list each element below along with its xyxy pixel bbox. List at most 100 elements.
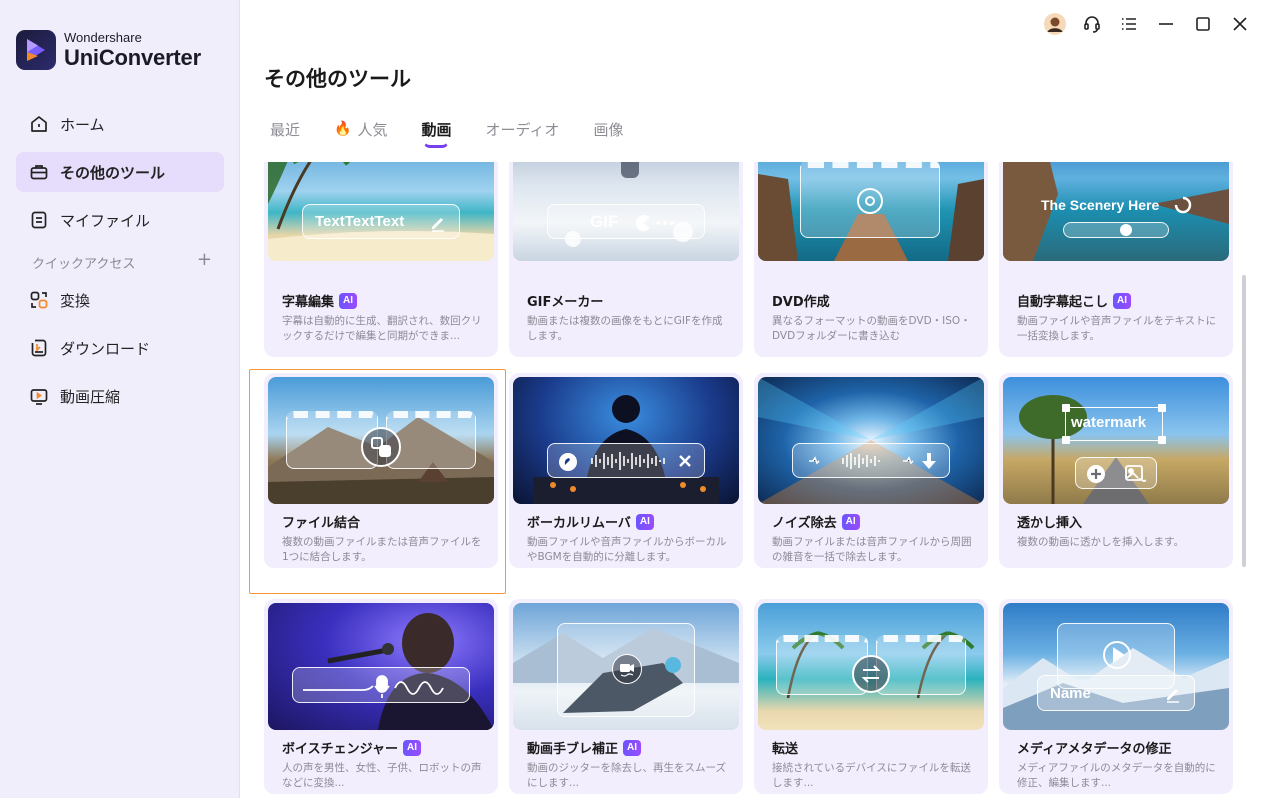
stabilizer-frame — [557, 623, 695, 717]
file-icon — [28, 209, 50, 231]
pencil-icon — [1167, 689, 1179, 703]
watermark-box: watermark — [1062, 404, 1166, 444]
nav-label: その他のツール — [60, 163, 166, 182]
gif-label: GIF — [590, 212, 619, 231]
brand-small: Wondershare — [64, 30, 142, 45]
tab-label: 最近 — [270, 120, 301, 139]
card-title-text: メディアメタデータの修正 — [1017, 742, 1172, 757]
card-title-text: 自動字幕起こし — [1017, 295, 1109, 310]
clip-frame-right — [876, 635, 966, 695]
nav-item-home[interactable]: ホーム — [16, 104, 224, 144]
add-quick-access-button[interactable]: + — [197, 251, 212, 272]
file-merger-thumbnail — [268, 377, 494, 504]
watermark-thumbnail: watermark — [1003, 377, 1229, 504]
tool-card-file-merger[interactable]: ファイル結合 複数の動画ファイルまたは音声ファイルを1つに結合します。 — [264, 373, 498, 568]
card-title: GIFメーカー — [527, 291, 603, 310]
tool-card-watermark[interactable]: watermark 透かし挿入 複数の動画に透かしを挿入します。 — [999, 373, 1233, 568]
compress-icon — [28, 385, 50, 407]
tab-label: 動画 — [421, 120, 452, 139]
card-description: メディアファイルのメタデータを自動的に修正、編集します... — [1017, 762, 1216, 789]
convert-icon — [28, 289, 50, 311]
watermark-actions — [1075, 457, 1157, 489]
card-title: メディアメタデータの修正 — [1017, 738, 1171, 757]
tool-card-transfer[interactable]: 転送 接続されているデバイスにファイルを転送します... — [754, 599, 988, 794]
tab-recent[interactable]: 最近 — [270, 116, 300, 142]
menu-button[interactable] — [1110, 10, 1147, 38]
tool-card-gif-maker[interactable]: GIF GIFメーカー 動画または複数の画像をもとにGIFを作成します。 — [509, 162, 743, 357]
maximize-button[interactable] — [1184, 10, 1221, 38]
nav-label: ホーム — [60, 115, 105, 134]
watermark-text: watermark — [1071, 414, 1147, 431]
nav-item-download[interactable]: ダウンロード — [16, 328, 224, 368]
subtitle-sample-text: TextTextText — [315, 213, 405, 230]
minimize-icon — [1158, 23, 1173, 25]
card-title-text: 転送 — [772, 742, 799, 757]
auto-subtitle-thumbnail: The Scenery Here — [1003, 162, 1229, 261]
pencil-icon — [432, 218, 444, 232]
menu-icon — [1121, 18, 1136, 30]
ai-badge: AI — [841, 513, 860, 530]
nav-item-convert[interactable]: 変換 — [16, 280, 224, 320]
tool-card-dvd-creator[interactable]: DVD作成 異なるフォーマットの動画をDVD・ISO・DVDフォルダーに書き込む — [754, 162, 988, 357]
progress-slider — [1063, 222, 1169, 238]
headset-icon — [1083, 16, 1100, 33]
card-title: ボーカルリムーバ AI — [527, 512, 654, 531]
vocal-remover-thumbnail — [513, 377, 739, 504]
close-button[interactable] — [1221, 10, 1258, 38]
card-description: 動画ファイルまたは音声ファイルから周囲の雑音を一括で除去します。 — [772, 536, 972, 563]
ai-badge: AI — [635, 513, 654, 530]
slider-knob — [1120, 224, 1132, 236]
tab-image[interactable]: 画像 — [593, 116, 623, 142]
card-description: 動画ファイルや音声ファイルをテキストに一括変換します。 — [1017, 315, 1217, 342]
tab-label: 画像 — [593, 120, 624, 139]
nav-item-my-files[interactable]: マイファイル — [16, 200, 224, 240]
transfer-thumbnail — [758, 603, 984, 730]
card-title: 動画手ブレ補正 AI — [527, 738, 642, 757]
card-description: 動画ファイルや音声ファイルからボーカルやBGMを自動的に分離します。 — [527, 536, 727, 563]
scrollbar-thumb[interactable] — [1242, 275, 1246, 567]
loading-spinner-icon — [1174, 196, 1192, 214]
image-icon — [1125, 465, 1146, 482]
metadata-name-field: Name — [1037, 675, 1195, 711]
card-title-text: 字幕編集 — [282, 295, 335, 310]
support-button[interactable] — [1073, 10, 1110, 38]
nav-item-compress[interactable]: 動画圧縮 — [16, 376, 224, 416]
tool-card-metadata[interactable]: Name メディアメタデータの修正 メディアファイルのメタデータを自動的に修正、… — [999, 599, 1233, 794]
waveform-overlay — [547, 443, 705, 478]
card-description: 接続されているデバイスにファイルを転送します... — [772, 762, 971, 789]
tool-card-voice-changer[interactable]: ボイスチェンジャー AI 人の声を男性、女性、子供、ロボットの声などに変換... — [264, 599, 498, 794]
card-title: 転送 — [772, 738, 798, 757]
account-button[interactable] — [1036, 10, 1073, 38]
tab-audio[interactable]: オーディオ — [485, 116, 559, 142]
tool-card-stabilizer[interactable]: 動画手ブレ補正 AI 動画のジッターを除去し、再生をスムーズにします... — [509, 599, 743, 794]
disc-icon — [857, 188, 883, 214]
tool-card-auto-subtitle[interactable]: The Scenery Here 自動字幕起こし AI 動画ファイルや音声ファイル… — [999, 162, 1233, 357]
noise-remover-thumbnail — [758, 377, 984, 504]
remove-icon — [679, 455, 691, 467]
card-title-text: ボイスチェンジャー — [282, 742, 398, 757]
tool-card-noise-remover[interactable]: ノイズ除去 AI 動画ファイルまたは音声ファイルから周囲の雑音を一括で除去します。 — [754, 373, 988, 568]
nav-item-more-tools[interactable]: その他のツール — [16, 152, 224, 192]
card-description: 動画のジッターを除去し、再生をスムーズにします... — [527, 762, 726, 789]
ai-badge: AI — [339, 292, 358, 309]
stabilizer-thumbnail — [513, 603, 739, 730]
card-description: 字幕は自動的に生成、翻訳され、数回クリックするだけで編集と同期ができま... — [282, 315, 482, 342]
arrow-down-icon — [922, 453, 936, 469]
nav-label: ダウンロード — [60, 339, 151, 358]
fire-icon: 🔥 — [334, 121, 352, 137]
minimize-button[interactable] — [1147, 10, 1184, 38]
brand-name: UniConverter — [64, 45, 201, 70]
card-title-text: 透かし挿入 — [1017, 516, 1083, 531]
waveform-icon — [809, 453, 914, 469]
tab-popular[interactable]: 🔥 人気 — [334, 116, 387, 142]
gif-maker-thumbnail: GIF — [513, 162, 739, 261]
ai-badge: AI — [402, 739, 421, 756]
video-camera-icon — [612, 654, 642, 684]
close-icon — [1232, 17, 1247, 31]
tab-label: 人気 — [357, 120, 388, 139]
voice-icon — [559, 453, 577, 471]
tab-video[interactable]: 動画 — [421, 116, 452, 148]
card-title-text: ボーカルリムーバ — [527, 516, 631, 531]
tool-card-subtitle-editor[interactable]: TextTextText 字幕編集 AI 字幕は自動的に生成、翻訳され、数回クリッ… — [264, 162, 498, 357]
tool-card-vocal-remover[interactable]: ボーカルリムーバ AI 動画ファイルや音声ファイルからボーカルやBGMを自動的に分… — [509, 373, 743, 568]
